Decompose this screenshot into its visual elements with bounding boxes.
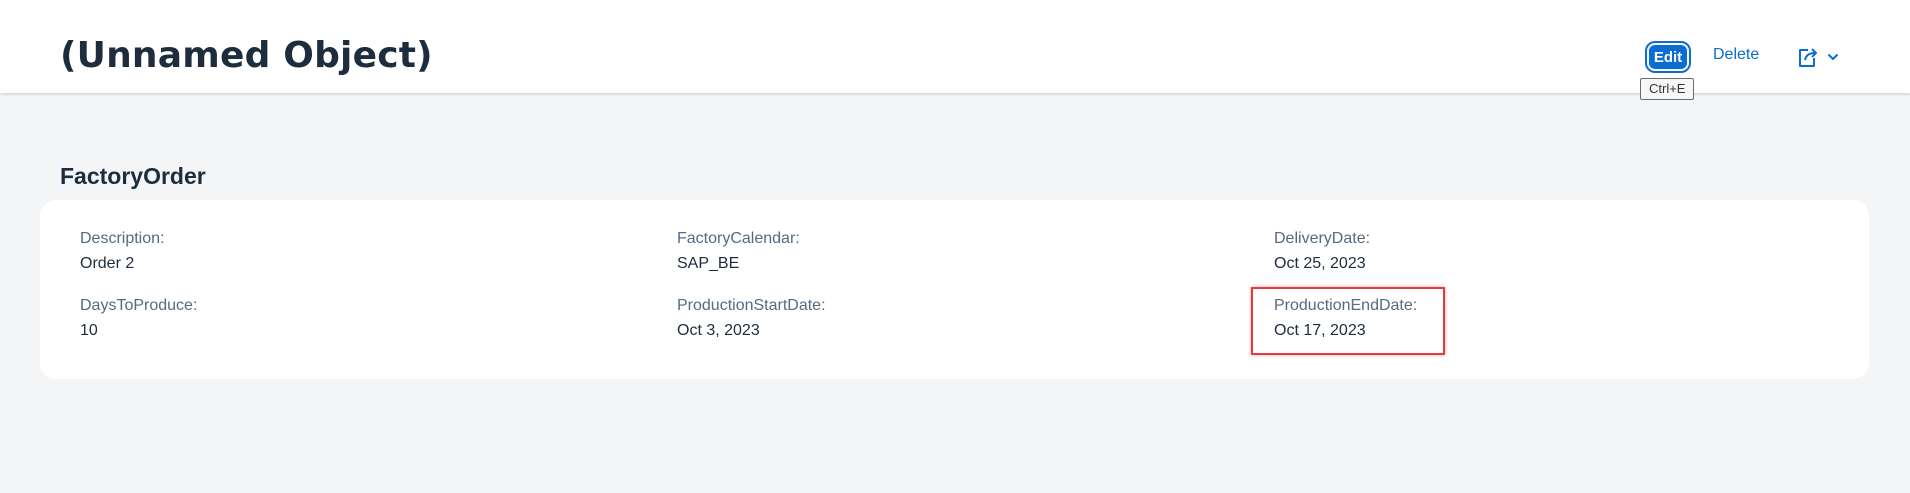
object-header: (Unnamed Object) Edit Delete bbox=[0, 0, 1910, 93]
field-label: Description: bbox=[80, 230, 165, 247]
chevron-down-icon bbox=[1828, 54, 1838, 60]
field-delivery-date: DeliveryDate: Oct 25, 2023 bbox=[1274, 228, 1370, 274]
share-icon bbox=[1799, 48, 1838, 67]
field-label: DaysToProduce: bbox=[80, 297, 198, 314]
field-value: Order 2 bbox=[80, 255, 135, 272]
field-factory-calendar: FactoryCalendar: SAP_BE bbox=[677, 228, 800, 274]
field-value: 10 bbox=[80, 322, 98, 339]
page-title: (Unnamed Object) bbox=[60, 35, 433, 76]
field-value: Oct 3, 2023 bbox=[677, 322, 760, 339]
fields-card: Description: Order 2 FactoryCalendar: SA… bbox=[40, 200, 1869, 379]
field-label: DeliveryDate: bbox=[1274, 230, 1371, 247]
edit-button[interactable]: Edit bbox=[1645, 41, 1691, 73]
field-value: SAP_BE bbox=[677, 255, 740, 272]
field-label: FactoryCalendar: bbox=[677, 230, 800, 247]
section-title: FactoryOrder bbox=[60, 163, 206, 189]
field-value: Oct 25, 2023 bbox=[1274, 255, 1366, 272]
highlight-box bbox=[1251, 287, 1445, 355]
field-days-to-produce: DaysToProduce: 10 bbox=[80, 295, 197, 341]
field-production-start-date: ProductionStartDate: Oct 3, 2023 bbox=[677, 295, 826, 341]
edit-shortcut-tooltip: Ctrl+E bbox=[1640, 78, 1695, 100]
field-description: Description: Order 2 bbox=[80, 228, 164, 274]
field-label: ProductionStartDate: bbox=[677, 297, 826, 314]
delete-button[interactable]: Delete bbox=[1713, 46, 1759, 64]
share-menu-button[interactable] bbox=[1795, 45, 1845, 69]
